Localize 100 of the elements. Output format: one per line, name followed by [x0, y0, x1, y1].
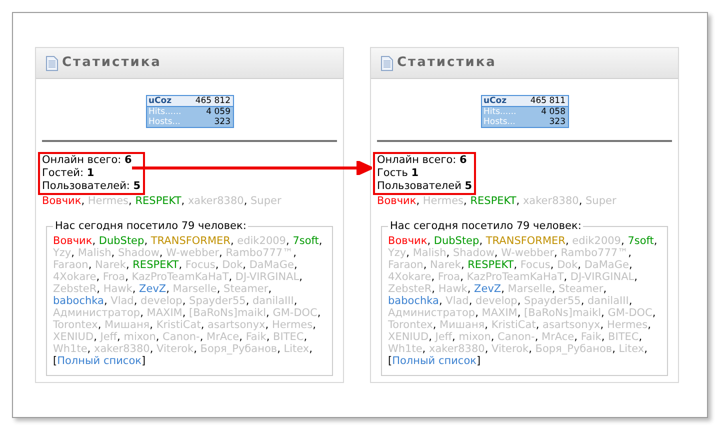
user-link[interactable]: Froa	[438, 271, 460, 283]
user-link[interactable]: DJ-VIRGINAL	[570, 271, 634, 283]
user-link[interactable]: Viterok	[492, 343, 529, 355]
user-link[interactable]: Мишаня	[440, 319, 485, 331]
user-link[interactable]: Faik	[246, 331, 266, 343]
user-link[interactable]: Narek	[95, 259, 126, 271]
user-link[interactable]: Malish	[412, 247, 446, 259]
user-link[interactable]: BITEC	[273, 331, 304, 343]
user-link[interactable]: Steamer	[558, 283, 604, 295]
user-link[interactable]: DaMaGe	[249, 259, 294, 271]
user-link[interactable]: [BaRoNs]maikl	[524, 307, 602, 319]
user-link[interactable]: Dok	[222, 259, 243, 271]
user-link[interactable]: ZevZ	[474, 283, 502, 295]
user-link[interactable]: Malish	[78, 247, 112, 259]
user-link[interactable]: Администратор	[388, 307, 476, 319]
user-link[interactable]: Dok	[557, 259, 578, 271]
user-link[interactable]: babochka	[388, 295, 439, 307]
user-link[interactable]: ZebsteR	[53, 283, 97, 295]
user-link[interactable]: 7soft	[292, 235, 319, 247]
user-link[interactable]: Focus	[520, 259, 550, 271]
hit-counter[interactable]: uCoz 465 812 Hits...... 4 059 Hosts... 323	[146, 95, 234, 128]
user-link[interactable]: Hawk	[103, 283, 132, 295]
user-link[interactable]: Hermes	[88, 195, 129, 207]
user-link[interactable]: Shadow	[452, 247, 494, 259]
user-link[interactable]: 4Xokare	[53, 271, 96, 283]
user-link[interactable]: Vlad	[446, 295, 469, 307]
user-link[interactable]: KristiCat	[156, 319, 201, 331]
user-link[interactable]: Администратор	[53, 307, 140, 319]
user-link[interactable]: Narek	[430, 259, 461, 271]
user-link[interactable]: Wh1te	[388, 343, 422, 355]
user-link[interactable]: RESPEKT	[468, 259, 514, 271]
user-link[interactable]: GM-DOC	[608, 307, 652, 319]
user-link[interactable]: Rambo777™	[226, 247, 294, 259]
user-link[interactable]: DubStep	[98, 235, 144, 247]
user-link[interactable]: ZevZ	[139, 283, 166, 295]
user-link[interactable]: DaMaGe	[584, 259, 629, 271]
user-link[interactable]: Мишаня	[104, 319, 150, 331]
user-link[interactable]: RESPEKT	[132, 259, 179, 271]
user-link[interactable]: babochka	[53, 295, 104, 307]
user-link[interactable]: Steamer	[224, 283, 268, 295]
user-link[interactable]: Litex	[284, 343, 310, 355]
user-link[interactable]: 7soft	[628, 235, 654, 247]
user-link[interactable]: DubStep	[434, 235, 480, 247]
user-link[interactable]: Hermes	[606, 319, 648, 331]
user-link[interactable]: Боря_Рубанов	[200, 343, 278, 355]
user-link[interactable]: edik2009	[237, 235, 286, 247]
user-link[interactable]: develop	[476, 295, 518, 307]
user-link[interactable]: Faraon	[53, 259, 88, 271]
user-link[interactable]: develop	[140, 295, 182, 307]
user-link[interactable]: Jeff	[100, 331, 118, 343]
hit-counter[interactable]: uCoz 465 811 Hits...... 4 058 Hosts... 323	[480, 95, 568, 128]
full-list-link[interactable]: Полный список	[392, 355, 476, 367]
user-link[interactable]: Hawk	[438, 283, 468, 295]
user-link[interactable]: XENIUD	[388, 331, 429, 343]
user-link[interactable]: Focus	[185, 259, 216, 271]
user-link[interactable]: Shadow	[118, 247, 160, 259]
user-link[interactable]: MrAce	[542, 331, 574, 343]
user-link[interactable]: Canon-	[498, 331, 535, 343]
user-link[interactable]: W-webber	[501, 247, 554, 259]
user-link[interactable]: Rambo777™	[560, 247, 628, 259]
user-link[interactable]: Torontex	[388, 319, 433, 331]
user-link[interactable]: ZebsteR	[388, 283, 432, 295]
user-link[interactable]: xaker8380	[428, 343, 485, 355]
user-link[interactable]: KazProTeamKaHaT	[466, 271, 564, 283]
user-link[interactable]: Jeff	[435, 331, 452, 343]
user-link[interactable]: Spayder55	[189, 295, 246, 307]
user-link[interactable]: Super	[586, 195, 616, 207]
user-link[interactable]: Вовчик	[42, 195, 82, 207]
user-link[interactable]: Litex	[618, 343, 644, 355]
user-link[interactable]: danilaIII	[252, 295, 294, 307]
user-link[interactable]: xaker8380	[522, 195, 579, 207]
user-link[interactable]: Spayder55	[524, 295, 581, 307]
user-link[interactable]: W-webber	[166, 247, 220, 259]
user-link[interactable]: Marselle	[172, 283, 217, 295]
user-link[interactable]: Yzy	[53, 247, 72, 259]
user-link[interactable]: MAXIM	[146, 307, 182, 319]
user-link[interactable]: GM-DOC	[272, 307, 318, 319]
user-link[interactable]: Canon-	[162, 331, 200, 343]
user-link[interactable]: [BaRoNs]maikl	[189, 307, 266, 319]
user-link[interactable]: Боря_Рубанов	[535, 343, 612, 355]
user-link[interactable]: Faik	[580, 331, 602, 343]
full-list-link[interactable]: Полный список	[57, 355, 142, 367]
user-link[interactable]: RESPEKT	[470, 195, 516, 207]
user-link[interactable]: Viterok	[156, 343, 194, 355]
user-link[interactable]: asartsonyx	[208, 319, 266, 331]
user-link[interactable]: Wh1te	[53, 343, 88, 355]
user-link[interactable]: Yzy	[388, 247, 406, 259]
user-link[interactable]: Faraon	[388, 259, 424, 271]
user-link[interactable]: danilaIII	[588, 295, 629, 307]
user-link[interactable]: asartsonyx	[542, 319, 600, 331]
user-link[interactable]: XENIUD	[53, 331, 94, 343]
user-link[interactable]: RESPEKT	[135, 195, 182, 207]
user-link[interactable]: Vlad	[110, 295, 134, 307]
user-link[interactable]: TRANSFORMER	[486, 235, 566, 247]
user-link[interactable]: Вовчик	[388, 235, 428, 247]
user-link[interactable]: TRANSFORMER	[150, 235, 230, 247]
user-link[interactable]: edik2009	[572, 235, 621, 247]
user-link[interactable]: xaker8380	[188, 195, 244, 207]
user-link[interactable]: mixon	[124, 331, 156, 343]
user-link[interactable]: BITEC	[608, 331, 639, 343]
